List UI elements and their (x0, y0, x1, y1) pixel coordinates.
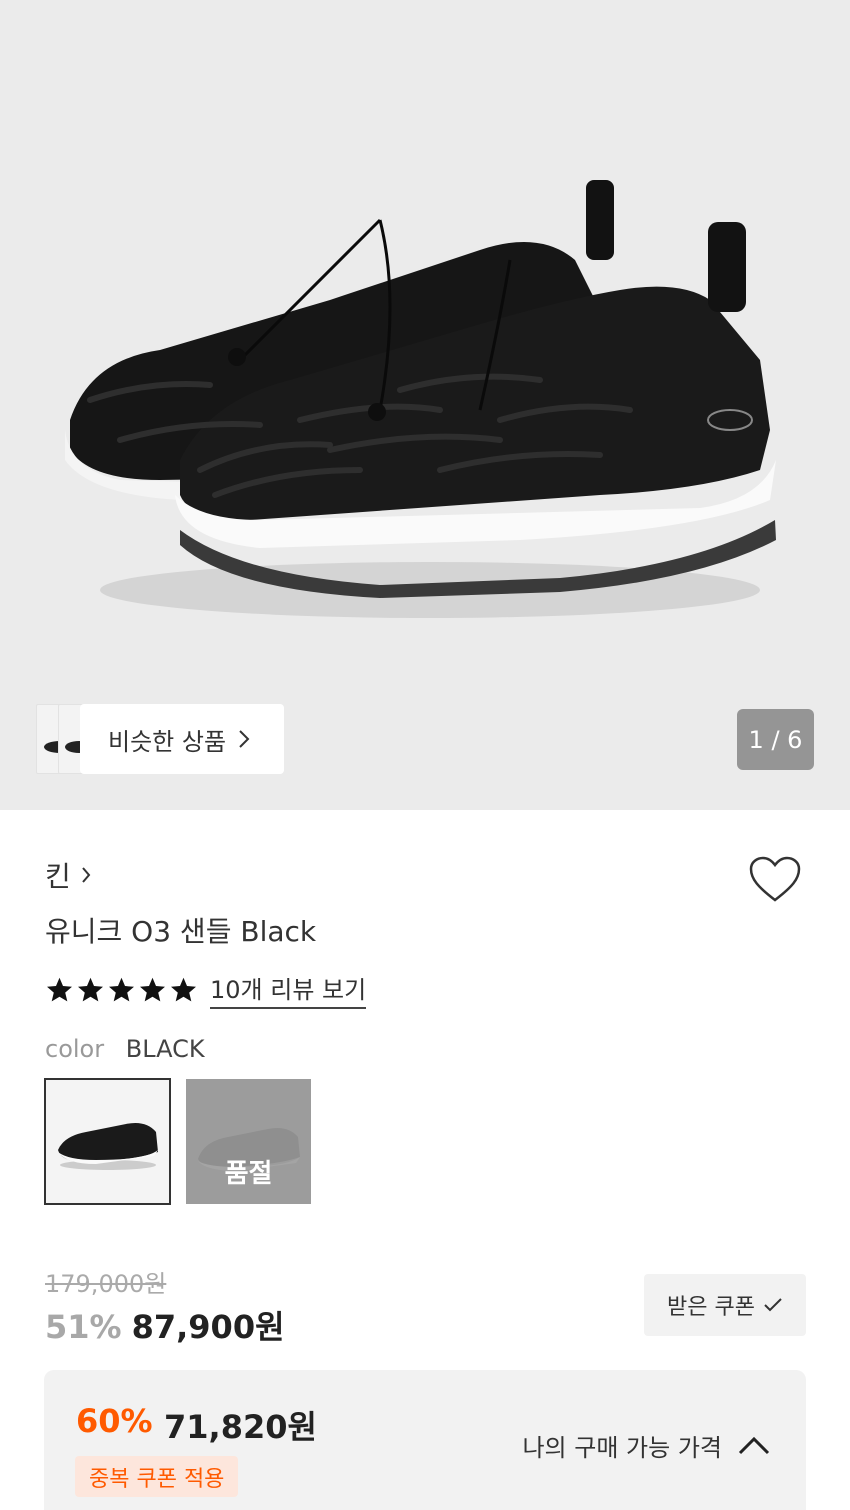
sale-price-row: 51% 87,900원 (45, 1302, 285, 1348)
chevron-right-icon (238, 729, 250, 749)
rating-row: 10개 리뷰 보기 (45, 970, 367, 1009)
wishlist-heart-icon[interactable] (748, 855, 802, 905)
similar-products-label: 비슷한 상품 (108, 727, 227, 756)
product-main-image (65, 180, 776, 618)
star-rating (45, 976, 198, 1004)
image-pager: 1 / 6 (737, 709, 814, 770)
star-icon (138, 976, 167, 1004)
star-icon (107, 976, 136, 1004)
best-price-panel: 60% 71,820원 중복 쿠폰 적용 나의 구매 가능 가격 (44, 1370, 806, 1510)
sale-price: 87,900원 (131, 1308, 285, 1346)
color-option-black[interactable] (44, 1078, 171, 1205)
similar-products-button[interactable]: 비슷한 상품 (80, 704, 284, 774)
star-icon (45, 976, 74, 1004)
product-title: 유니크 O3 샌들 Black (45, 915, 317, 948)
color-option-grey[interactable]: 품절 (186, 1079, 311, 1204)
chevron-right-icon (81, 866, 91, 884)
chevron-up-icon (738, 1436, 770, 1456)
check-icon (763, 1297, 783, 1313)
received-coupon-button[interactable]: 받은 쿠폰 (644, 1274, 806, 1336)
review-link[interactable]: 10개 리뷰 보기 (210, 970, 367, 1009)
star-icon (76, 976, 105, 1004)
original-price: 179,000원 (45, 1270, 167, 1298)
star-icon (169, 976, 198, 1004)
color-label: color (45, 1035, 105, 1063)
best-discount-rate: 60% (76, 1402, 153, 1440)
brand-name: 킨 (45, 860, 71, 893)
product-image-gallery[interactable]: 비슷한 상품 1 / 6 (0, 0, 850, 810)
discount-rate: 51% (45, 1308, 122, 1346)
color-selection-label: color BLACK (45, 1035, 205, 1063)
soldout-label: 품절 (224, 1159, 273, 1189)
coupon-applied-badge: 중복 쿠폰 적용 (75, 1456, 239, 1497)
coupon-button-label: 받은 쿠폰 (667, 1295, 755, 1320)
best-price: 71,820원 (164, 1408, 317, 1446)
my-price-label: 나의 구매 가능 가격 (522, 1434, 722, 1462)
my-price-toggle[interactable]: 나의 구매 가능 가격 (522, 1428, 770, 1463)
color-value: BLACK (125, 1035, 205, 1063)
brand-link[interactable]: 킨 (45, 855, 91, 895)
black-shoe-thumbnail (58, 1123, 158, 1170)
